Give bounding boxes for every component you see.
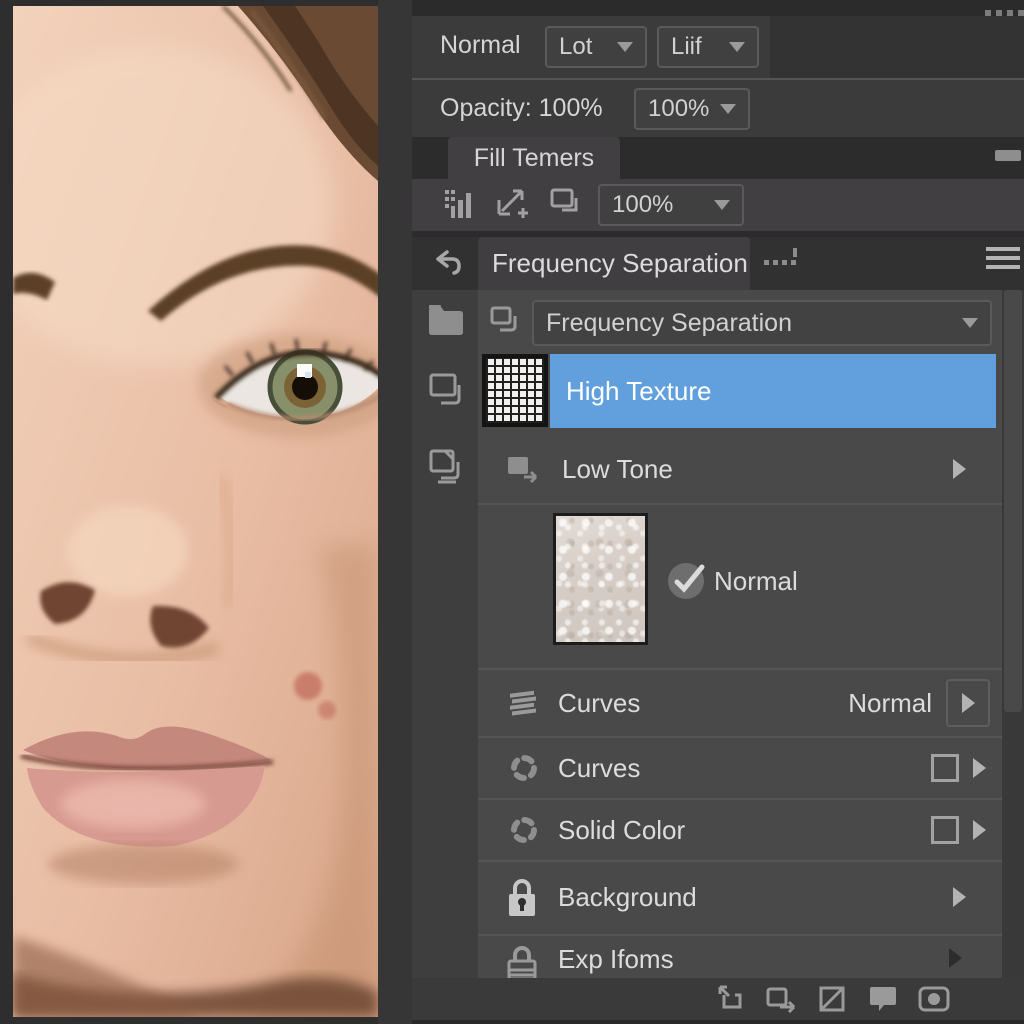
chevron-down-icon [962,318,978,328]
opacity-label: Opacity: 100% [440,94,603,123]
collapse-minus-icon[interactable] [995,150,1021,161]
layers-tab-label: Frequency Separation [492,248,748,279]
dotted-circle-icon [508,814,540,846]
canvas-photo[interactable] [0,0,378,1024]
lock-outline-icon [504,942,540,978]
visibility-checkbox[interactable] [931,754,959,782]
layer-row-high-texture[interactable]: High Texture [550,354,996,428]
transparency-square-icon[interactable] [818,985,848,1013]
chevron-down-icon [617,42,633,52]
tab-fill-temers[interactable]: Fill Temers [448,137,620,179]
export-layer-icon[interactable] [766,985,798,1013]
texture-preview-thumbnail[interactable] [553,513,648,645]
proxy-dots-icon[interactable] [764,248,800,268]
copy-layers-alt-icon[interactable] [428,448,466,486]
layer-name: Background [558,882,697,913]
blend-mode-bar-right [770,16,1024,78]
preview-status-label: Normal [714,566,798,597]
divider [478,503,1002,505]
layer-thumbnail-grid[interactable] [482,354,548,427]
layer-name: Curves [558,753,640,784]
layer-row-curves-2[interactable]: Curves [478,738,1002,798]
back-arrow-icon[interactable] [430,250,462,276]
chevron-down-icon [729,42,745,52]
scrollbar-thumb[interactable] [1004,290,1022,712]
layer-name: High Texture [566,376,712,407]
tab-frequency-separation[interactable]: Frequency Separation [478,237,750,290]
layer-name: Low Tone [562,454,673,485]
blend-dropdown-b[interactable]: Liif [657,26,759,68]
export-arrow-icon[interactable] [496,186,530,222]
layer-row-clipped[interactable]: Exp Ifoms [478,936,1002,978]
lock-icon [504,875,540,919]
chevron-right-icon[interactable] [973,758,986,778]
blend-dropdown-a-value: Lot [559,33,592,61]
camera-icon[interactable] [918,985,950,1013]
chevron-down-icon [714,200,730,210]
visibility-checkbox[interactable] [931,816,959,844]
chevron-down-icon [720,104,736,114]
layer-row-low-tone[interactable]: Low Tone [478,435,1002,503]
dotted-circle-icon [508,752,540,784]
opacity-dropdown-value: 100% [648,95,709,123]
chevron-right-icon[interactable] [973,820,986,840]
expand-button[interactable] [946,679,990,727]
layer-name: Solid Color [558,815,685,846]
blend-dropdown-b-value: Liif [671,33,702,61]
zoom-dropdown[interactable]: 100% [598,184,744,226]
layer-row-curves-1[interactable]: Curves Normal [478,670,1002,736]
portrait-photo [13,6,378,1017]
folder-icon[interactable] [428,304,464,336]
blend-dropdown-a[interactable]: Lot [545,26,647,68]
group-selector-dropdown[interactable]: Frequency Separation [532,300,992,346]
duplicate-icon[interactable] [550,188,582,218]
layer-name: Curves [558,688,640,719]
opacity-dropdown[interactable]: 100% [634,88,750,130]
layer-blend-label: Normal [848,688,932,719]
import-layer-icon[interactable] [716,985,746,1013]
layer-row-solid-color[interactable]: Solid Color [478,800,1002,860]
chevron-right-icon[interactable] [953,887,966,907]
fill-tab-label: Fill Temers [474,144,594,173]
layers-panel-region: Normal Lot Liif Opacity: 100% 100% Fill … [412,0,1024,1024]
histogram-icon[interactable] [445,188,475,220]
bottom-toolbar [412,978,1024,1020]
layer-name: Exp Ifoms [558,944,674,975]
forward-layer-icon [506,453,544,485]
panel-bottom-edge [412,1020,1024,1024]
group-copy-icon [490,306,522,338]
chevron-right-icon[interactable] [953,459,966,479]
comment-bubble-icon[interactable] [868,985,898,1013]
check-circle-icon[interactable] [666,559,710,601]
hamburger-menu-icon[interactable] [986,247,1020,271]
zoom-dropdown-value: 100% [612,191,673,219]
chevron-right-icon [962,693,975,713]
stack-icon [508,688,542,718]
chevron-right-icon[interactable] [949,948,962,968]
app-window: Normal Lot Liif Opacity: 100% 100% Fill … [0,0,1024,1024]
copy-layers-icon[interactable] [428,372,466,410]
blend-mode-label: Normal [440,31,521,60]
canvas-background [378,0,412,1024]
layer-row-background[interactable]: Background [478,862,1002,932]
group-selector-value: Frequency Separation [546,309,792,338]
